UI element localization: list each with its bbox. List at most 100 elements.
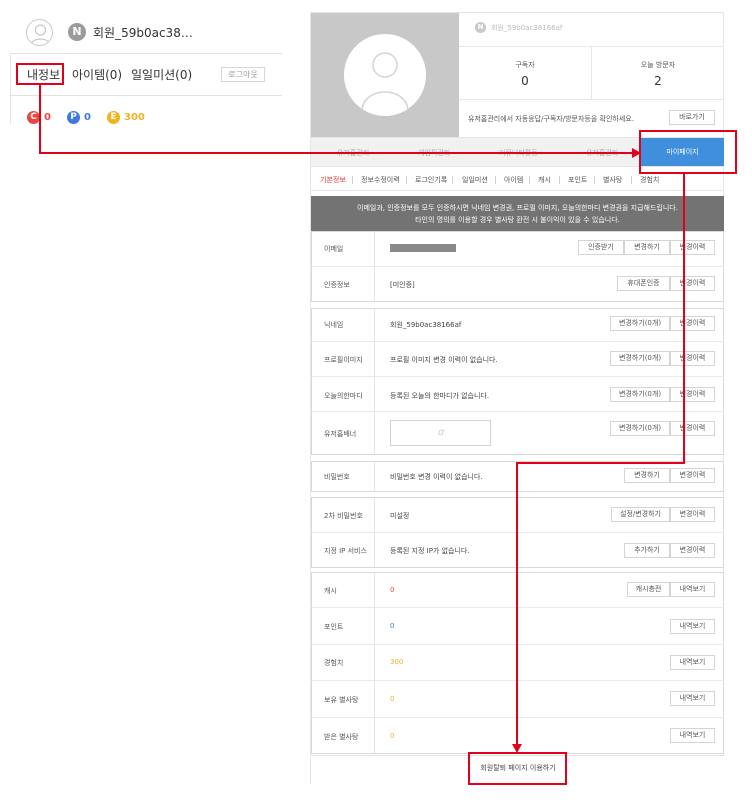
point-history-button[interactable]: 내역보기	[670, 619, 715, 634]
subtab-cash[interactable]: 캐시	[538, 175, 551, 185]
point-amount: 0	[390, 622, 395, 630]
today-word-history-button[interactable]: 변경이력	[670, 387, 715, 402]
exp-value: 300	[124, 111, 145, 123]
second-password-value: 미설정	[390, 512, 410, 520]
userhome-info-text: 유저홈관리에서 자동응답/구독자/방문자등을 확인하세요.	[468, 115, 634, 123]
profile-name: N 회원_59b0ac38166af	[475, 22, 562, 33]
row-label-point: 포인트	[324, 623, 344, 631]
subtab-edit-history[interactable]: 정보수정이력	[361, 175, 400, 185]
row-label-email: 이메일	[324, 245, 344, 253]
shortcut-button[interactable]: 바로가기	[669, 110, 715, 125]
tab-items[interactable]: 아이템(0)	[72, 66, 122, 83]
subtab-stars[interactable]: 별사탕	[603, 175, 622, 185]
point-counter[interactable]: P 0	[67, 110, 91, 124]
profile-photo[interactable]	[344, 34, 426, 116]
divider	[594, 176, 595, 184]
subtab-daily-mission[interactable]: 일일미션	[462, 175, 488, 185]
auth-history-button[interactable]: 변경이력	[670, 276, 715, 291]
subtab-points[interactable]: 포인트	[568, 175, 587, 185]
connector-line	[516, 462, 518, 746]
point-value: 0	[84, 111, 91, 123]
profile-image-value: 프로필 이미지 변경 이력이 없습니다.	[390, 356, 498, 364]
divider	[559, 176, 560, 184]
subscribers-count: 0	[521, 74, 529, 88]
row-label-exp: 경험치	[324, 659, 344, 667]
user-icon	[361, 52, 409, 111]
divider	[495, 176, 496, 184]
exp-history-button[interactable]: 내역보기	[670, 655, 715, 670]
row-label-profile-image: 프로필이미지	[324, 356, 363, 364]
set-second-password-button[interactable]: 설정/변경하기	[611, 507, 670, 522]
change-banner-button[interactable]: 변경하기(0개)	[610, 421, 670, 436]
connector-line	[516, 462, 685, 464]
password-value: 비밀번호 변경 이력이 없습니다.	[390, 473, 483, 481]
notice-line-2: 타인의 명의를 이용할 경우 별사탕 환전 시 불이익이 있을 수 있습니다.	[415, 216, 620, 224]
row-label-stars-own: 보유 별사탕	[324, 696, 359, 704]
level-badge: N	[68, 23, 86, 41]
stars-received-amount: 0	[390, 732, 395, 740]
change-today-word-button[interactable]: 변경하기(0개)	[610, 387, 670, 402]
row-label-password: 비밀번호	[324, 473, 350, 481]
email-history-button[interactable]: 변경이력	[670, 240, 715, 255]
divider	[311, 411, 724, 412]
stars-own-amount: 0	[390, 695, 395, 703]
connector-line	[683, 174, 685, 464]
add-ip-button[interactable]: 추가하기	[624, 543, 670, 558]
cash-value: 0	[44, 111, 51, 123]
stars-received-history-button[interactable]: 내역보기	[670, 728, 715, 743]
connector-line	[39, 85, 41, 154]
row-label-today-word: 오늘의한마디	[324, 392, 363, 400]
visitors-label: 오늘 방문자	[640, 61, 676, 69]
level-badge: N	[475, 22, 486, 33]
divider	[10, 95, 282, 96]
exp-icon: E	[107, 110, 120, 124]
user-name: 회원_59b0ac38…	[93, 26, 193, 40]
charge-cash-button[interactable]: 캐시충전	[627, 582, 670, 597]
divider	[10, 53, 282, 54]
subtab-items[interactable]: 아이템	[504, 175, 523, 185]
divider	[10, 54, 11, 124]
divider	[311, 376, 724, 377]
logout-button[interactable]: 로그아웃	[221, 67, 265, 82]
change-profile-image-button[interactable]: 변경하기(0개)	[610, 351, 670, 366]
divider	[529, 176, 530, 184]
subtab-login-history[interactable]: 로그인기록	[415, 175, 447, 185]
verify-email-button[interactable]: 인증받기	[578, 240, 624, 255]
avatar[interactable]	[26, 19, 53, 46]
phone-verify-button[interactable]: 휴대폰인증	[617, 276, 670, 291]
password-history-button[interactable]: 변경이력	[670, 468, 715, 483]
divider	[631, 176, 632, 184]
subtab-basic-info[interactable]: 기본정보	[320, 175, 346, 185]
cash-history-button[interactable]: 내역보기	[670, 582, 715, 597]
divider	[311, 190, 724, 191]
exp-counter[interactable]: E 300	[107, 110, 145, 124]
change-email-button[interactable]: 변경하기	[624, 240, 670, 255]
row-label-second-password: 2차 비밀번호	[324, 512, 363, 520]
change-password-button[interactable]: 변경하기	[624, 468, 670, 483]
profile-name-text: 회원_59b0ac38166af	[491, 23, 563, 32]
stars-own-history-button[interactable]: 내역보기	[670, 691, 715, 706]
ip-history-button[interactable]: 변경이력	[670, 543, 715, 558]
banner-history-button[interactable]: 변경이력	[670, 421, 715, 436]
today-word-value: 등록된 오늘의 한마디가 없습니다.	[390, 392, 490, 400]
subscribers-label: 구독자	[515, 61, 535, 69]
divider	[374, 309, 375, 454]
row-label-ip-service: 지정 IP 서비스	[324, 547, 367, 555]
banner-image-placeholder[interactable]: ꭤ	[390, 420, 491, 446]
change-nickname-button[interactable]: 변경하기(0개)	[610, 316, 670, 331]
row-label-cash: 캐시	[324, 587, 337, 595]
tab-daily-missions[interactable]: 일일미션(0)	[131, 66, 192, 83]
nickname-history-button[interactable]: 변경이력	[670, 316, 715, 331]
exp-amount: 300	[390, 658, 404, 666]
profile-image-history-button[interactable]: 변경이력	[670, 351, 715, 366]
cash-amount: 0	[390, 586, 395, 594]
second-password-history-button[interactable]: 변경이력	[670, 507, 715, 522]
subtab-exp[interactable]: 경험치	[640, 175, 659, 185]
point-icon: P	[67, 110, 80, 124]
email-value-masked	[390, 244, 456, 252]
divider	[311, 341, 724, 342]
divider	[406, 176, 407, 184]
highlight-box	[468, 752, 567, 785]
row-label-auth: 인증정보	[324, 281, 350, 289]
row-label-nickname: 닉네임	[324, 321, 344, 329]
